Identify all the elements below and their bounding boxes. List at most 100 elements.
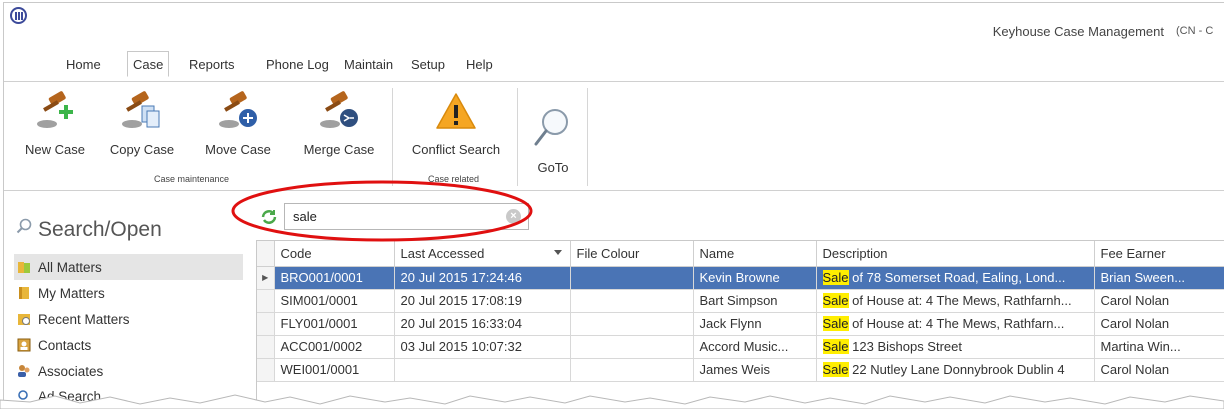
cell-code: ACC001/0002 (274, 335, 395, 359)
cell-last-accessed: 20 Jul 2015 17:24:46 (394, 266, 571, 290)
table-row[interactable]: ▶ BRO001/0001 20 Jul 2015 17:24:46 Kevin… (257, 266, 1224, 290)
tab-setup[interactable]: Setup (407, 54, 449, 75)
cell-description: Sale of 78 Somerset Road, Ealing, Lond..… (816, 266, 1095, 290)
search-open-heading: Search/Open (16, 218, 162, 242)
cell-file-colour (570, 358, 694, 382)
copy-case-icon (122, 91, 160, 128)
matters-grid: Code Last Accessed File Colour Name Desc… (256, 240, 1224, 409)
sidebar-item-label: Contacts (38, 337, 92, 353)
sidebar-item-my-matters[interactable]: My Matters (14, 280, 243, 306)
table-row[interactable]: WEI001/0001 James Weis Sale 22 Nutley La… (257, 358, 1224, 382)
search-match-highlight: Sale (822, 316, 849, 331)
table-row[interactable]: FLY001/0001 20 Jul 2015 16:33:04 Jack Fl… (257, 312, 1224, 336)
cell-last-accessed: 20 Jul 2015 17:08:19 (394, 289, 571, 313)
table-row[interactable]: SIM001/0001 20 Jul 2015 17:08:19 Bart Si… (257, 289, 1224, 313)
description-text: of House at: 4 The Mews, Rathfarnh... (848, 293, 1072, 308)
warning-icon (436, 93, 476, 129)
merge-case-label: Merge Case (303, 142, 375, 157)
cell-code: FLY001/0001 (274, 312, 395, 336)
ribbon-separator (517, 88, 518, 186)
goto-label: GoTo (537, 160, 569, 175)
sidebar-item-label: Recent Matters (38, 311, 130, 327)
clear-icon[interactable]: × (506, 209, 521, 224)
cell-last-accessed: 03 Jul 2015 10:07:32 (394, 335, 571, 359)
cell-file-colour (570, 289, 694, 313)
column-header-fee-earner[interactable]: Fee Earner (1094, 241, 1224, 267)
merge-case-icon (320, 91, 358, 128)
merge-case-button[interactable]: Merge Case (296, 90, 382, 157)
tab-home[interactable]: Home (62, 54, 105, 75)
description-text: of House at: 4 The Mews, Rathfarn... (848, 316, 1065, 331)
tab-phone-log[interactable]: Phone Log (262, 54, 333, 75)
app-logo-icon[interactable] (10, 7, 27, 24)
matters-table: Code Last Accessed File Colour Name Desc… (257, 241, 1224, 382)
row-indicator (257, 335, 275, 359)
contacts-icon (17, 338, 31, 352)
description-text: 22 Nutley Lane Donnybrook Dublin 4 (848, 362, 1065, 377)
sidebar-item-associates[interactable]: Associates (14, 358, 243, 384)
search-match-highlight: Sale (822, 339, 849, 354)
refresh-icon[interactable] (260, 208, 278, 226)
new-case-label: New Case (25, 142, 85, 157)
tab-maintain[interactable]: Maintain (340, 54, 397, 75)
search-match-highlight: Sale (822, 270, 849, 285)
window-title-extra: (CN - C (1176, 25, 1214, 37)
search-open-title: Search/Open (38, 218, 162, 241)
sidebar-item-label: All Matters (38, 259, 102, 275)
cell-last-accessed (394, 358, 571, 382)
recent-icon (18, 314, 30, 325)
filter-input[interactable] (284, 203, 529, 230)
sidebar-item-label: My Matters (38, 285, 105, 301)
column-header-file-colour[interactable]: File Colour (570, 241, 694, 267)
sidebar-item-recent-matters[interactable]: Recent Matters (14, 306, 243, 332)
table-row[interactable]: ACC001/0002 03 Jul 2015 10:07:32 Accord … (257, 335, 1224, 359)
cell-last-accessed: 20 Jul 2015 16:33:04 (394, 312, 571, 336)
copy-case-button[interactable]: Copy Case (104, 90, 180, 157)
cell-name: James Weis (693, 358, 817, 382)
row-indicator (257, 358, 275, 382)
ribbon-separator (587, 88, 588, 186)
ribbon-panel: New Case Copy Case Move Case Merge Case … (4, 81, 1224, 191)
column-header-name[interactable]: Name (693, 241, 817, 267)
sidebar-item-all-matters[interactable]: All Matters (14, 254, 243, 280)
cell-description: Sale 22 Nutley Lane Donnybrook Dublin 4 (816, 358, 1095, 382)
cell-fee-earner: Carol Nolan (1094, 289, 1224, 313)
sidebar-item-label: Ad Search (38, 388, 102, 404)
copy-case-label: Copy Case (109, 142, 175, 157)
column-header-description[interactable]: Description (816, 241, 1095, 267)
tab-reports[interactable]: Reports (185, 54, 239, 75)
ribbon-separator (392, 88, 393, 186)
description-text: of 78 Somerset Road, Ealing, Lond... (848, 270, 1066, 285)
conflict-search-label: Conflict Search (411, 142, 501, 157)
goto-button[interactable]: GoTo (525, 104, 581, 175)
cell-file-colour (570, 312, 694, 336)
cell-name: Jack Flynn (693, 312, 817, 336)
magnifier-icon (534, 109, 568, 146)
cell-description: Sale 123 Bishops Street (816, 335, 1095, 359)
move-case-icon (219, 91, 257, 128)
cell-fee-earner: Carol Nolan (1094, 312, 1224, 336)
sort-desc-icon (553, 250, 562, 255)
move-case-button[interactable]: Move Case (197, 90, 279, 157)
ribbon-tabs: Home Case Reports Phone Log Maintain Set… (4, 49, 1224, 77)
new-case-button[interactable]: New Case (22, 90, 88, 157)
search-match-highlight: Sale (822, 362, 849, 377)
cell-name: Accord Music... (693, 335, 817, 359)
app-window: Keyhouse Case Management (CN - C Home Ca… (3, 2, 1224, 409)
tab-case[interactable]: Case (127, 51, 170, 77)
cell-code: BRO001/0001 (274, 266, 395, 290)
description-text: 123 Bishops Street (848, 339, 962, 354)
column-header-code[interactable]: Code (274, 241, 395, 267)
conflict-search-button[interactable]: Conflict Search (400, 90, 512, 157)
cell-fee-earner: Martina Win... (1094, 335, 1224, 359)
cell-name: Bart Simpson (693, 289, 817, 313)
column-header-last-accessed[interactable]: Last Accessed (394, 241, 571, 267)
row-indicator (257, 312, 275, 336)
sidebar-item-advanced-search[interactable]: Ad Search (14, 383, 243, 409)
group-label-case-maintenance: Case maintenance (154, 174, 230, 184)
sidebar-item-contacts[interactable]: Contacts (14, 332, 243, 358)
cell-code: WEI001/0001 (274, 358, 395, 382)
row-indicator-header (257, 241, 275, 267)
tab-help[interactable]: Help (462, 54, 497, 75)
cell-file-colour (570, 335, 694, 359)
